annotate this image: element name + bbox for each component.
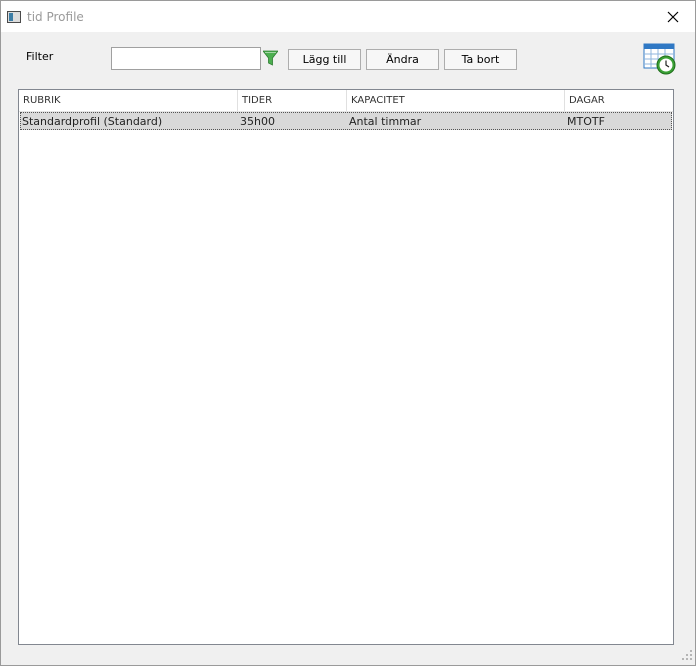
table-row[interactable]: Standardprofil (Standard) 35h00 Antal ti… xyxy=(20,112,672,130)
add-button[interactable]: Lägg till xyxy=(288,49,361,70)
funnel-icon[interactable] xyxy=(263,50,278,66)
close-button[interactable] xyxy=(659,5,687,29)
cell-dagar: MTOTF xyxy=(567,115,605,128)
resize-grip-icon[interactable] xyxy=(681,649,693,661)
column-header-rubrik[interactable]: RUBRIK xyxy=(19,90,238,111)
cell-rubrik: Standardprofil (Standard) xyxy=(22,115,163,128)
filter-label: Filter xyxy=(26,50,54,63)
profile-window: tid Profile Filter Lägg till Ändra Ta bo… xyxy=(0,0,696,666)
app-window-icon xyxy=(7,11,21,23)
title-bar[interactable]: tid Profile xyxy=(1,1,695,32)
column-header-kapacitet[interactable]: KAPACITET xyxy=(347,90,565,111)
delete-button[interactable]: Ta bort xyxy=(444,49,517,70)
table-header: RUBRIK TIDER KAPACITET DAGAR xyxy=(19,90,673,112)
profile-table[interactable]: RUBRIK TIDER KAPACITET DAGAR Standardpro… xyxy=(18,89,674,645)
filter-input[interactable] xyxy=(111,47,261,70)
window-title: tid Profile xyxy=(27,10,84,24)
cell-kapacitet: Antal timmar xyxy=(349,115,422,128)
calendar-clock-icon[interactable] xyxy=(643,43,677,75)
edit-button[interactable]: Ändra xyxy=(366,49,439,70)
column-header-tider[interactable]: TIDER xyxy=(238,90,347,111)
column-header-dagar[interactable]: DAGAR xyxy=(565,90,673,111)
close-icon xyxy=(667,11,679,23)
cell-tider: 35h00 xyxy=(240,115,275,128)
